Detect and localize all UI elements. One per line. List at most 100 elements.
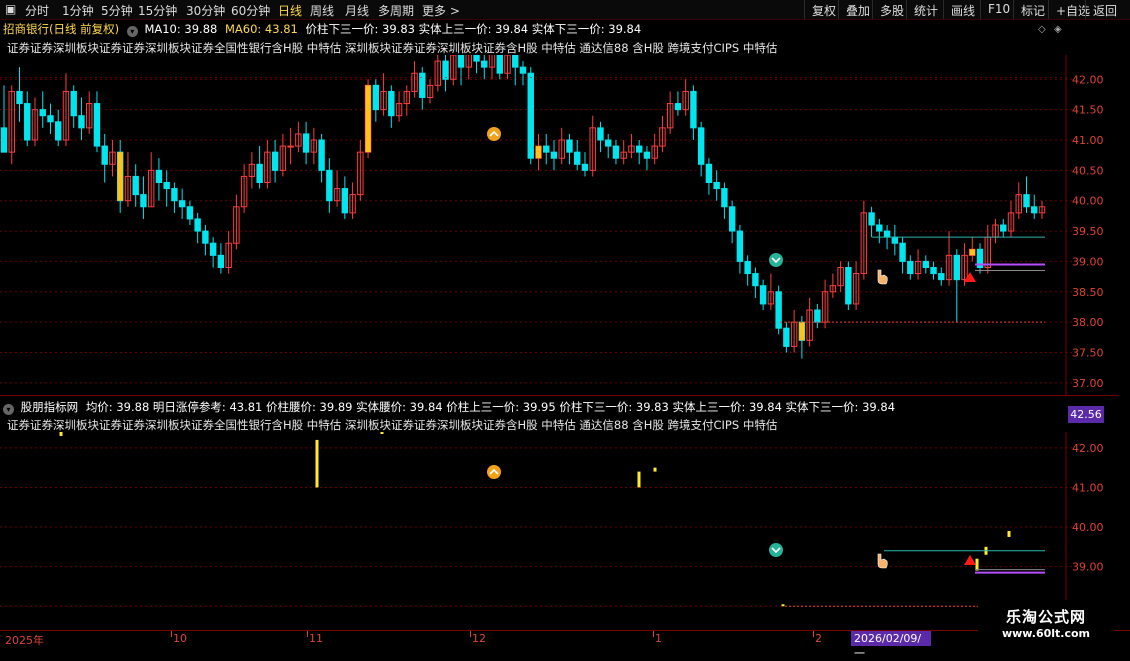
watermark-url: www.60lt.com [1001, 627, 1091, 640]
candle-body [457, 55, 465, 68]
candle-body [713, 182, 720, 190]
candle-body [845, 267, 852, 305]
candle-body [922, 260, 930, 269]
up-signal-icon[interactable] [487, 465, 501, 479]
diamond-icon[interactable]: ◇ [1038, 24, 1046, 35]
toolbar-item-3[interactable]: 15分钟 [138, 2, 177, 19]
candle-body [752, 273, 759, 287]
indicator-title[interactable]: 股朋指标网 [21, 400, 79, 414]
indicator-axis-label: 40.00 [1072, 521, 1104, 534]
candle-body [287, 145, 294, 148]
candle-body [132, 175, 139, 196]
candle-body [690, 90, 697, 129]
current-price-tag: 42.56 [1068, 406, 1104, 423]
date-tick [813, 631, 814, 637]
candle-body [24, 103, 31, 141]
candle-body [341, 188, 349, 214]
panel-divider[interactable] [0, 395, 1118, 396]
down-signal-icon[interactable] [769, 253, 783, 267]
toolbar-right-3[interactable]: 统计 [906, 0, 945, 19]
candle-body [581, 163, 589, 171]
toolbar-item-10[interactable]: 更多 > [422, 2, 460, 19]
up-signal-icon[interactable] [487, 127, 501, 141]
toolbar-item-7[interactable]: 周线 [310, 2, 334, 19]
indicator-bar [1007, 531, 1011, 537]
candle-body [178, 200, 186, 208]
triangle-marker-icon [964, 555, 976, 565]
chevron-down-icon[interactable]: ▾ [3, 404, 14, 415]
candle-body [186, 206, 194, 220]
toolbar-item-6[interactable]: 日线 [278, 2, 302, 19]
price-axis-label: 38.50 [1072, 286, 1104, 299]
indicator-bar [59, 432, 63, 436]
candle-body [953, 254, 961, 281]
signal-candle [117, 152, 123, 201]
toolbar-item-8[interactable]: 月线 [345, 2, 369, 19]
candle-body [217, 254, 225, 269]
toolbar-right-8[interactable]: 返回 [1085, 0, 1124, 19]
candle-body [635, 145, 643, 153]
candle-body [171, 188, 178, 202]
triangle-marker-icon [964, 272, 976, 282]
toolbar-item-9[interactable]: 多周期 [378, 2, 414, 19]
list-icon[interactable]: ▣ [5, 2, 16, 16]
signal-candle [969, 249, 975, 256]
watermark-title: 乐淘公式网 [1005, 608, 1086, 626]
candle-body [326, 169, 333, 202]
ma10-value: MA10: 39.88 [144, 22, 218, 36]
candle-body [1000, 224, 1007, 232]
toolbar-item-1[interactable]: 1分钟 [62, 2, 94, 19]
candle-body [930, 267, 937, 275]
top-toolbar: ▣ 分时 1分钟 5分钟 15分钟 30分钟 60分钟 日线 周线 月线 多周期 更多 > 复权 叠加… [0, 0, 1130, 20]
toolbar-item-4[interactable]: 30分钟 [186, 2, 225, 19]
candle-body [891, 236, 899, 244]
indicator-bar [315, 439, 319, 488]
chevron-down-icon[interactable]: ▾ [126, 26, 138, 37]
candlestick-chart[interactable]: 42.00 41.50 41.00 40.50 40.00 39.50 39.00 38.50… [0, 55, 1118, 395]
main-stats: 价柱下三一价: 39.83 实体上三一价: 39.84 实体下三一价: 39.8… [305, 22, 642, 36]
signal-candle [535, 146, 542, 159]
candle-body [775, 291, 782, 329]
indicator-tags: 证券证券深圳板块证券证券深圳板块证券全国性银行含H股 中特估 深圳板块证券证券深… [7, 418, 778, 432]
candle-body [473, 55, 480, 62]
date-label-1: 10 [173, 632, 187, 645]
toolbar-right-5[interactable]: F10 [980, 0, 1017, 19]
signal-candle [365, 85, 371, 153]
candle-body [543, 145, 550, 153]
candle-body [604, 139, 612, 147]
candle-body [16, 90, 23, 105]
candle-body [372, 84, 380, 111]
candle-body [481, 60, 488, 68]
price-axis-label: 37.00 [1072, 377, 1104, 390]
toolbar-right-6[interactable]: 标记 [1013, 0, 1052, 19]
candle-body [388, 90, 395, 117]
candle-body [759, 285, 767, 305]
candle-body [496, 55, 503, 74]
candle-body [209, 242, 217, 256]
candle-body [101, 145, 108, 165]
settings-icon[interactable]: ◈ [1054, 24, 1062, 35]
right-edge-strip [1118, 20, 1130, 630]
down-signal-icon[interactable] [769, 543, 783, 557]
candle-body [39, 109, 46, 117]
toolbar-item-5[interactable]: 60分钟 [231, 2, 270, 19]
candle-body [140, 194, 147, 208]
toolbar-item-0[interactable]: 分时 [25, 2, 49, 19]
candle-body [419, 72, 426, 98]
date-tick [470, 631, 471, 637]
indicator-chart[interactable]: 42.0041.0040.0039.0038.00 [0, 432, 1118, 630]
toolbar-item-2[interactable]: 5分钟 [101, 2, 133, 19]
candle-body [814, 309, 821, 323]
signal-candle [799, 322, 805, 341]
price-axis-label: 41.00 [1072, 134, 1104, 147]
candle-body [612, 145, 620, 159]
candle-body [783, 327, 790, 347]
date-label-4: 1 [655, 632, 662, 645]
stock-title[interactable]: 招商银行(日线 前复权) [3, 22, 119, 36]
candle-body [93, 103, 101, 147]
candle-body [78, 115, 85, 129]
toolbar-right-4[interactable]: 画线 [943, 0, 982, 19]
date-tick [653, 631, 654, 637]
candle-body [302, 133, 310, 153]
watermark-logo: 乐淘公式网 www.60lt.com [978, 600, 1114, 646]
